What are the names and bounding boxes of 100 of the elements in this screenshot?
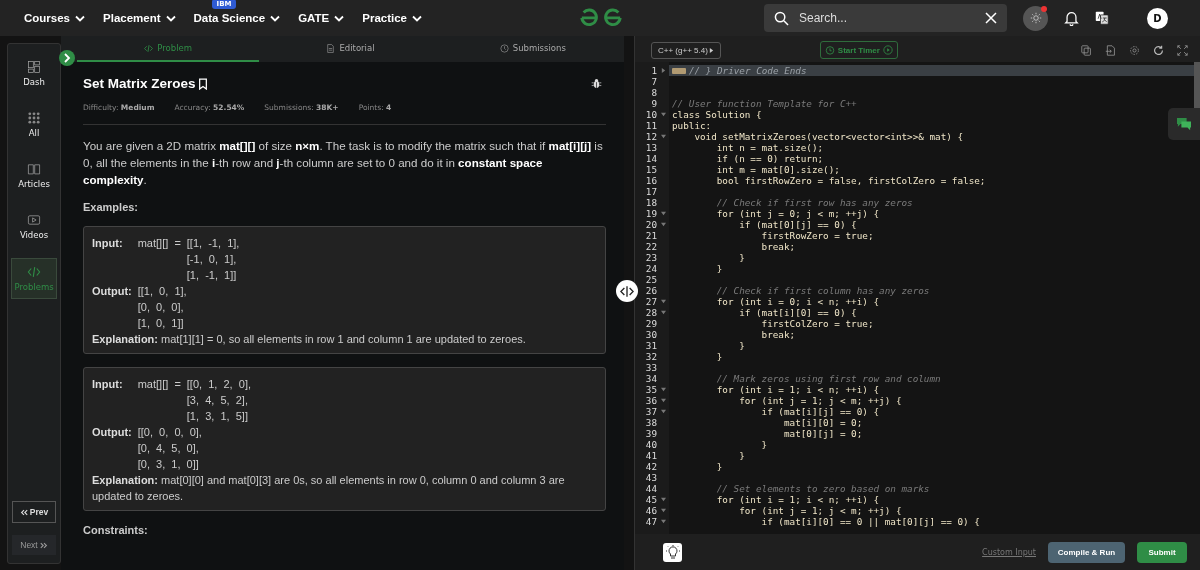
fold-icon[interactable]: [660, 211, 666, 216]
code-icon: [27, 265, 41, 279]
play-icon: [882, 45, 893, 55]
bell-icon[interactable]: [1064, 10, 1079, 26]
sidebar-item[interactable]: Videos: [12, 207, 56, 246]
fold-icon[interactable]: [660, 508, 666, 513]
line-number: 15: [644, 164, 657, 175]
fold-icon[interactable]: [660, 68, 666, 73]
search-field[interactable]: Search...: [797, 10, 977, 26]
example-text: [1, 3, 1, 5]]: [186, 409, 249, 424]
code-line: bool firstRowZero = false, firstColZero = false;: [715, 175, 986, 186]
line-number: 40: [644, 439, 657, 450]
line-number: 39: [644, 428, 657, 439]
line-number: 19: [644, 208, 657, 219]
fold-icon[interactable]: [660, 398, 666, 403]
code-line: // Check if first column has any zeros: [715, 285, 930, 296]
folded-code-marker[interactable]: [672, 67, 686, 74]
search-icon: [774, 10, 789, 26]
line-number: 35: [644, 384, 657, 395]
line-number: 36: [644, 395, 657, 406]
example-text: [0, 3, 1, 0]]: [137, 457, 200, 472]
file-import-icon[interactable]: [1105, 44, 1116, 56]
document-icon: [326, 43, 336, 53]
line-number: 11: [644, 120, 657, 131]
tab[interactable]: Submissions: [441, 36, 624, 62]
sidebar-item[interactable]: Dash: [12, 54, 56, 93]
nav-menu-link[interactable]: Data Science: [193, 12, 281, 24]
sidebar-item[interactable]: All: [12, 105, 56, 144]
tab[interactable]: Editorial: [259, 36, 442, 62]
double-chevron-left-icon: [19, 508, 28, 516]
clock-icon: [499, 43, 509, 53]
example-text: mat[][] =: [137, 377, 181, 392]
translate-icon[interactable]: [1095, 11, 1109, 25]
line-number: 32: [644, 351, 657, 362]
fold-icon[interactable]: [660, 387, 666, 392]
code-line: break;: [760, 241, 796, 252]
close-icon[interactable]: [985, 12, 997, 24]
nav-menu-link[interactable]: GATE: [298, 12, 345, 24]
line-number: 12: [644, 131, 657, 142]
line-number: 27: [644, 296, 657, 307]
code-line: mat[0][j] = 0;: [782, 428, 863, 439]
section-heading: Examples:: [83, 201, 140, 213]
nav-menu-link[interactable]: Placement: [103, 12, 176, 24]
double-chevron-right-icon: [39, 541, 48, 549]
prev-button[interactable]: Prev: [12, 501, 56, 523]
nav-menu-link[interactable]: Courses: [24, 12, 86, 24]
tab[interactable]: Problem: [77, 36, 260, 62]
fold-icon[interactable]: [660, 222, 666, 227]
custom-input-link[interactable]: Custom Input: [982, 547, 1036, 557]
line-number: 41: [644, 450, 657, 461]
code-line: for (int i = 0; i < n; ++i) {: [715, 296, 880, 307]
fold-icon[interactable]: [660, 134, 666, 139]
copy-icon[interactable]: [1081, 44, 1092, 56]
line-number: 30: [644, 329, 657, 340]
code-line: }: [738, 252, 745, 263]
fullscreen-icon[interactable]: [1177, 44, 1188, 56]
language-select[interactable]: C++ (g++ 5.4): [651, 41, 721, 59]
theme-toggle-button[interactable]: [1023, 5, 1048, 31]
start-timer-button[interactable]: Start Timer: [819, 41, 898, 59]
line-number: 28: [644, 307, 657, 318]
search-bar[interactable]: Search...: [764, 4, 1007, 32]
chat-button[interactable]: [1168, 108, 1200, 140]
submit-button[interactable]: Submit: [1137, 541, 1187, 563]
line-number: 10: [644, 109, 657, 120]
drag-arrows-icon: [620, 285, 634, 297]
user-avatar[interactable]: D: [1147, 7, 1168, 29]
code-line: for (int j = 1; j < m; ++j) {: [738, 505, 902, 516]
code-line: firstRowZero = true;: [760, 230, 874, 241]
explanation-text: Explanation: mat[0][0] and mat[0][3] are 0s, so all elements in row 0, column 0 and column 3 are updated to zeroes.: [92, 473, 566, 504]
nav-menu-link[interactable]: Practice: [362, 12, 423, 24]
next-button[interactable]: Next: [12, 535, 56, 555]
fold-icon[interactable]: [660, 112, 666, 117]
reset-icon[interactable]: [1153, 44, 1164, 56]
example-text: [0, 0, 0],: [137, 300, 185, 315]
chevron-down-icon: [165, 14, 176, 22]
logo-icon[interactable]: [580, 7, 622, 27]
bug-icon[interactable]: [591, 78, 602, 89]
fold-icon[interactable]: [660, 497, 666, 502]
line-number: 37: [644, 406, 657, 417]
code-line: // User function Template for C++: [671, 98, 857, 109]
example-label: Input:: [92, 236, 124, 251]
line-number: 43: [644, 472, 657, 483]
line-number: 24: [644, 263, 657, 274]
line-number: 29: [644, 318, 657, 329]
fold-icon[interactable]: [660, 409, 666, 414]
code-line: for (int j = 1; j < m; ++j) {: [738, 395, 902, 406]
chevron-down-icon: [75, 14, 86, 22]
fold-icon[interactable]: [660, 310, 666, 315]
sidebar-item[interactable]: Articles: [12, 156, 56, 195]
line-number: 33: [644, 362, 657, 373]
settings-icon[interactable]: [1129, 44, 1140, 56]
code-line: }: [738, 340, 745, 351]
fold-icon[interactable]: [660, 519, 666, 524]
fold-icon[interactable]: [660, 299, 666, 304]
hint-bulb-button[interactable]: [663, 542, 682, 562]
bookmark-icon[interactable]: [197, 77, 208, 90]
compile-run-button[interactable]: Compile & Run: [1048, 541, 1125, 563]
line-number: 34: [644, 373, 657, 384]
code-line: if (n == 0) return;: [715, 153, 824, 164]
code-line: }: [760, 439, 768, 450]
